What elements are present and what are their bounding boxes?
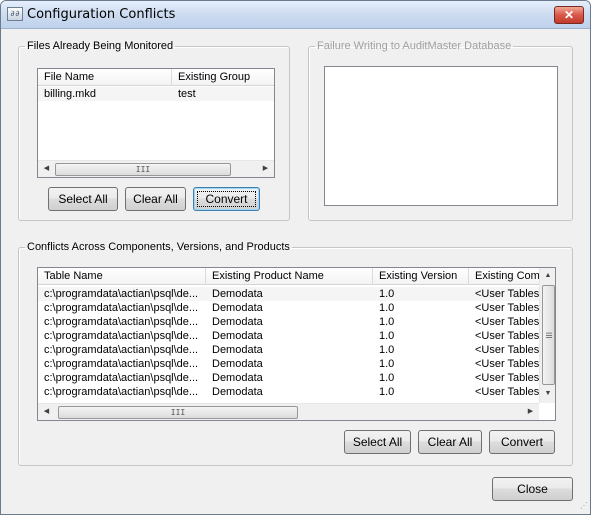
component-cell: <User Tables	[475, 316, 540, 328]
conflicts-horizontal-scrollbar[interactable]: ◀ III ▶	[38, 403, 539, 420]
product-name-cell: Demodata	[212, 316, 263, 328]
window-title: Configuration Conflicts	[27, 7, 176, 22]
table-name-cell: c:\programdata\actian\psql\de...	[44, 288, 199, 300]
product-name-cell: Demodata	[212, 302, 263, 314]
version-cell: 1.0	[379, 386, 395, 398]
column-header-existing-version[interactable]: Existing Version	[373, 268, 469, 285]
version-cell: 1.0	[379, 330, 395, 342]
table-name-cell: c:\programdata\actian\psql\de...	[44, 344, 199, 356]
scroll-right-icon[interactable]: ▶	[522, 404, 539, 420]
table-row[interactable]: c:\programdata\actian\psql\de... Demodata…	[38, 343, 540, 357]
column-header-existing-product-name[interactable]: Existing Product Name	[206, 268, 373, 285]
clear-all-label: Clear All	[133, 192, 178, 206]
conflicts-header: Table Name Existing Product Name Existin…	[38, 268, 540, 285]
select-all-label: Select All	[352, 435, 403, 449]
table-name-cell: c:\programdata\actian\psql\de...	[44, 316, 199, 328]
product-name-cell: Demodata	[212, 344, 263, 356]
product-name-cell: Demodata	[212, 372, 263, 384]
product-name-cell: Demodata	[212, 288, 263, 300]
select-all-label: Select All	[58, 192, 108, 206]
list-item[interactable]: billing.mkd test	[38, 87, 274, 101]
close-icon: ✕	[563, 8, 575, 22]
table-name-cell: c:\programdata\actian\psql\de...	[44, 372, 199, 384]
product-name-cell: Demodata	[212, 386, 263, 398]
column-header-existing-group[interactable]: Existing Group	[172, 69, 274, 86]
component-cell: <User Tables	[475, 386, 540, 398]
conflicts-clear-all-button[interactable]: Clear All	[418, 430, 482, 454]
product-name-cell: Demodata	[212, 358, 263, 370]
table-name-cell: c:\programdata\actian\psql\de...	[44, 386, 199, 398]
product-name-cell: Demodata	[212, 330, 263, 342]
version-cell: 1.0	[379, 344, 395, 356]
conflicts-convert-button[interactable]: Convert	[489, 430, 555, 454]
table-name-cell: c:\programdata\actian\psql\de...	[44, 330, 199, 342]
clear-all-label: Clear All	[427, 435, 473, 449]
table-name-cell: c:\programdata\actian\psql\de...	[44, 302, 199, 314]
component-cell: <User Tables	[475, 358, 540, 370]
title-bar[interactable]: ∂∂ Configuration Conflicts ✕	[1, 1, 590, 29]
close-label: Close	[517, 482, 548, 496]
version-cell: 1.0	[379, 358, 395, 370]
scroll-up-icon[interactable]: ▲	[540, 268, 555, 284]
component-cell: <User Tables	[475, 372, 540, 384]
failure-legend: Failure Writing to AuditMaster Database	[317, 40, 512, 52]
column-header-table-name[interactable]: Table Name	[38, 268, 206, 285]
scroll-down-icon[interactable]: ▼	[540, 386, 555, 402]
window-close-button[interactable]: ✕	[554, 6, 584, 24]
component-cell: <User Tables	[475, 302, 540, 314]
table-name-cell: c:\programdata\actian\psql\de...	[44, 358, 199, 370]
configuration-conflicts-window: ∂∂ Configuration Conflicts ✕ Files Alrea…	[0, 0, 591, 515]
monitored-files-header: File Name Existing Group	[38, 69, 274, 86]
component-cell: <User Tables	[475, 330, 540, 342]
conflicts-legend: Conflicts Across Components, Versions, a…	[27, 241, 290, 253]
conflicts-vertical-scrollbar[interactable]: ▲ III ▼	[539, 268, 555, 403]
monitored-convert-button[interactable]: Convert	[193, 187, 260, 211]
version-cell: 1.0	[379, 288, 395, 300]
table-row[interactable]: c:\programdata\actian\psql\de... Demodata…	[38, 329, 540, 343]
conflicts-list[interactable]: Table Name Existing Product Name Existin…	[37, 267, 556, 421]
table-row[interactable]: c:\programdata\actian\psql\de... Demodata…	[38, 287, 540, 301]
app-icon: ∂∂	[7, 7, 23, 21]
close-button[interactable]: Close	[492, 477, 573, 501]
monitored-clear-all-button[interactable]: Clear All	[125, 187, 186, 211]
monitored-files-list[interactable]: File Name Existing Group billing.mkd tes…	[37, 68, 275, 178]
version-cell: 1.0	[379, 372, 395, 384]
table-row[interactable]: c:\programdata\actian\psql\de... Demodata…	[38, 371, 540, 385]
scroll-right-icon[interactable]: ▶	[257, 161, 274, 177]
file-name-cell: billing.mkd	[44, 88, 96, 100]
table-row[interactable]: c:\programdata\actian\psql\de... Demodata…	[38, 315, 540, 329]
existing-group-cell: test	[178, 88, 196, 100]
conflicts-select-all-button[interactable]: Select All	[344, 430, 411, 454]
version-cell: 1.0	[379, 302, 395, 314]
table-row[interactable]: c:\programdata\actian\psql\de... Demodata…	[38, 385, 540, 399]
monitored-select-all-button[interactable]: Select All	[48, 187, 118, 211]
scroll-thumb[interactable]: III	[55, 163, 231, 176]
monitored-horizontal-scrollbar[interactable]: ◀ III ▶	[38, 160, 274, 177]
resize-grip-icon[interactable]: ⋰	[576, 500, 588, 512]
convert-label: Convert	[500, 435, 544, 449]
scroll-thumb[interactable]: III	[58, 406, 298, 419]
failure-message-box[interactable]	[324, 66, 558, 206]
monitored-files-legend: Files Already Being Monitored	[27, 40, 174, 52]
version-cell: 1.0	[379, 316, 395, 328]
column-header-existing-comp[interactable]: Existing Comp	[469, 268, 540, 285]
scroll-left-icon[interactable]: ◀	[38, 161, 55, 177]
column-header-file-name[interactable]: File Name	[38, 69, 172, 86]
scroll-thumb[interactable]: III	[542, 285, 555, 385]
scroll-left-icon[interactable]: ◀	[38, 404, 55, 420]
component-cell: <User Tables	[475, 288, 540, 300]
convert-label: Convert	[205, 192, 248, 206]
table-row[interactable]: c:\programdata\actian\psql\de... Demodata…	[38, 357, 540, 371]
component-cell: <User Tables	[475, 344, 540, 356]
table-row[interactable]: c:\programdata\actian\psql\de... Demodata…	[38, 301, 540, 315]
